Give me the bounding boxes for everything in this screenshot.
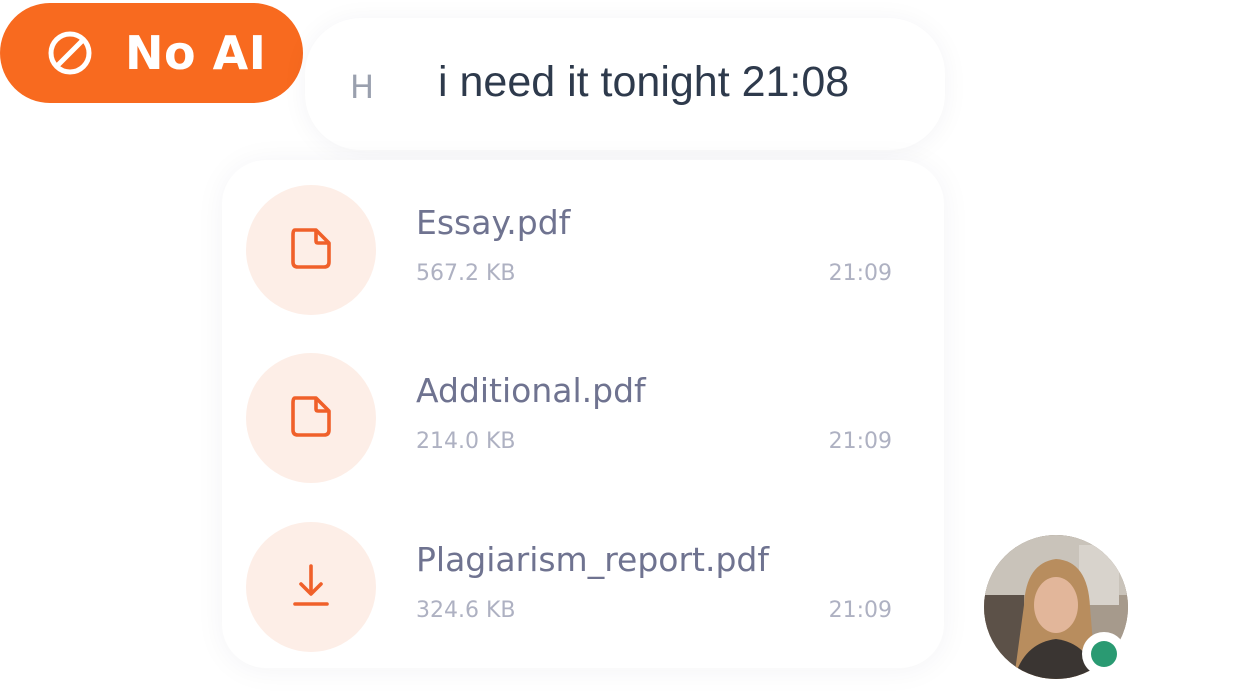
file-item[interactable]: Additional.pdf 214.0 KB 21:09 <box>246 353 906 483</box>
status-dot-icon <box>1091 641 1117 667</box>
file-time: 21:09 <box>828 598 892 623</box>
no-entry-icon <box>45 28 95 78</box>
file-icon-wrapper[interactable] <box>246 522 376 652</box>
download-icon[interactable] <box>284 558 338 616</box>
badge-label: No AI <box>125 26 267 80</box>
file-name: Additional.pdf <box>416 371 646 410</box>
file-size: 214.0 KB <box>416 429 516 454</box>
online-status-indicator <box>1082 632 1126 676</box>
message-partial-text: H <box>350 68 372 106</box>
document-icon <box>284 389 338 447</box>
no-ai-badge: No AI <box>0 3 303 103</box>
file-item[interactable]: Essay.pdf 567.2 KB 21:09 <box>246 185 906 315</box>
file-time: 21:09 <box>828 261 892 286</box>
file-size: 567.2 KB <box>416 261 516 286</box>
message-text: i need it tonight 21:08 <box>438 58 850 106</box>
chat-preview: No AI H i need it tonight 21:08 Essay.pd… <box>0 0 1234 694</box>
file-icon-wrapper <box>246 185 376 315</box>
file-name: Plagiarism_report.pdf <box>416 540 769 579</box>
file-icon-wrapper <box>246 353 376 483</box>
file-name: Essay.pdf <box>416 203 571 242</box>
file-time: 21:09 <box>828 429 892 454</box>
file-size: 324.6 KB <box>416 598 516 623</box>
file-item[interactable]: Plagiarism_report.pdf 324.6 KB 21:09 <box>246 522 906 652</box>
document-icon <box>284 221 338 279</box>
